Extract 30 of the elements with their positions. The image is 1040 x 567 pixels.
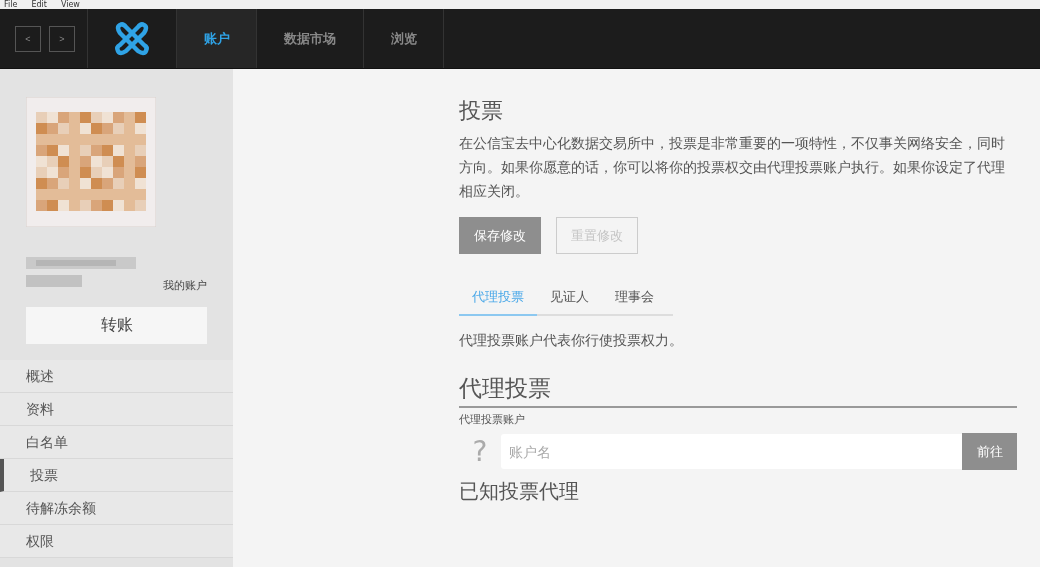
sidebar-item[interactable]: 资料 <box>0 393 233 426</box>
sidebar-item[interactable]: 权限 <box>0 525 233 558</box>
tab[interactable]: 见证人 <box>537 282 602 316</box>
back-button[interactable]: < <box>15 25 41 52</box>
intro-text: 方向。如果你愿意的话，你可以将你的投票权交由代理投票账户执行。如果你设定了代理 <box>459 158 1006 177</box>
forward-button[interactable]: > <box>49 25 75 52</box>
sidebar-item[interactable]: 待解冻余额 <box>0 492 233 525</box>
account-input[interactable]: 账户名 <box>501 434 962 469</box>
save-button[interactable]: 保存修改 <box>459 217 541 254</box>
section-heading: 代理投票 <box>459 372 1017 408</box>
go-button[interactable]: 前往 <box>962 433 1017 470</box>
menu-item[interactable]: View <box>60 0 80 9</box>
intro-text: 相应关闭。 <box>459 182 530 201</box>
nav-tab[interactable]: 数据市场 <box>257 9 364 68</box>
sidebar-item[interactable]: 投票 <box>0 459 233 492</box>
tab-description: 代理投票账户代表你行使投票权力。 <box>459 332 684 350</box>
intro-text: 在公信宝去中心化数据交易所中，投票是非常重要的一项特性，不仅事关网络安全，同时 <box>459 134 1006 153</box>
section-heading: 已知投票代理 <box>459 478 580 505</box>
sidebar-item[interactable]: 白名单 <box>0 426 233 459</box>
menu-item[interactable]: File <box>4 0 18 9</box>
field-label: 代理投票账户 <box>459 412 526 427</box>
tab[interactable]: 理事会 <box>602 282 667 316</box>
unknown-mark: ? <box>471 435 489 468</box>
account-label: 我的账户 <box>163 278 207 293</box>
page-title: 投票 <box>459 97 504 125</box>
menu-item[interactable]: Edit <box>31 0 47 9</box>
sidebar-item[interactable]: 概述 <box>0 360 233 393</box>
nav-tab[interactable]: 账户 <box>177 9 257 68</box>
nav-tab[interactable]: 浏览 <box>364 9 444 68</box>
transfer-button[interactable]: 转账 <box>26 307 207 344</box>
